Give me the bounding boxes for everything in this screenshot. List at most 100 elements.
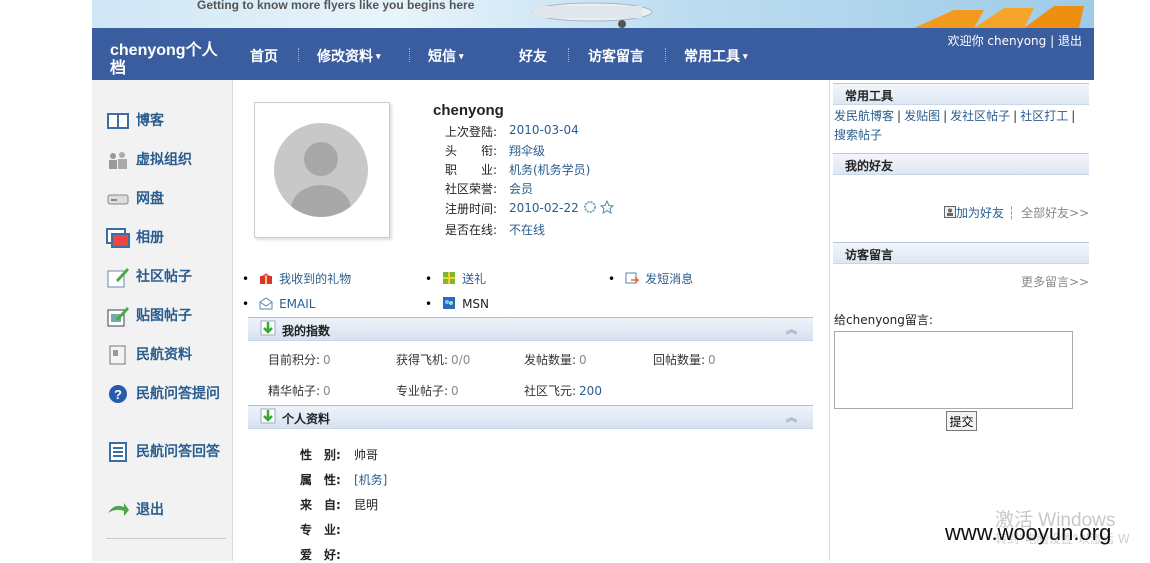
left-sidebar: 博客 虚拟组织 网盘 相册 社区帖子 贴图帖子 民航资料 ? 民航问答提问 民航问…: [92, 80, 233, 561]
sidebar-item-netdisk[interactable]: 网盘: [106, 187, 226, 210]
nav-guestbook[interactable]: 访客留言: [588, 46, 644, 66]
top-banner: Getting to know more flyers like you beg…: [92, 0, 1094, 28]
green-down-arrow-icon: [260, 320, 276, 336]
tool-post-blog[interactable]: 发民航博客: [834, 109, 894, 123]
gift-icon: [259, 271, 273, 285]
stat-posts: 发帖数量: 0: [524, 353, 587, 367]
right-sidebar: 常用工具 发民航博客 | 发贴图 | 发社区帖子 | 社区打工 |搜索帖子 我的好友 加为好友…: [829, 80, 1094, 561]
group-icon: [106, 149, 130, 171]
stat-community-coins: 社区飞元: 200: [524, 384, 602, 398]
sun-badge-icon: [583, 201, 596, 213]
msn-link[interactable]: • MSN: [425, 296, 489, 311]
my-index-header[interactable]: 我的指数 ︽: [248, 317, 813, 341]
more-messages-link[interactable]: 更多留言>>: [1021, 273, 1089, 290]
friends-header: 我的好友: [833, 153, 1089, 175]
msn-icon: [442, 296, 456, 310]
nav-edit-profile[interactable]: 修改资料 ▾: [317, 46, 381, 66]
email-link[interactable]: • EMAIL: [242, 296, 315, 311]
info-honor: 社区荣誉: 会员: [445, 182, 534, 196]
airplane-illustration: [531, 2, 653, 28]
friends-actions: 加为好友 ┆ 全部好友>>: [944, 204, 1089, 221]
tool-post-image[interactable]: 发贴图: [904, 109, 940, 123]
email-icon: [259, 296, 273, 310]
sidebar-item-logout[interactable]: 退出: [106, 498, 226, 521]
add-friend-icon: [944, 206, 956, 218]
info-title: 头 衔: 翔伞级: [445, 144, 546, 158]
welcome-area: 欢迎你 chenyong | 退出: [948, 32, 1082, 49]
tools-header: 常用工具: [833, 83, 1089, 105]
info-register-date: 注册时间: 2010-02-22: [445, 199, 615, 217]
tool-post-community[interactable]: 发社区帖子: [950, 109, 1010, 123]
profile-from: 来 自: 昆明: [300, 498, 379, 512]
top-navigation: chenyong个人档 首页 修改资料 ▾ 短信 ▾ 好友 访客留言 常用工具 ▾ 欢…: [92, 28, 1094, 80]
site-title: chenyong个人档: [110, 42, 218, 77]
drive-icon: [106, 188, 130, 210]
stat-replies: 回帖数量: 0: [653, 353, 716, 367]
exit-arrow-icon: [106, 499, 130, 521]
nav-tools[interactable]: 常用工具 ▾: [684, 46, 748, 66]
sidebar-item-qa-ask[interactable]: ? 民航问答提问: [106, 382, 226, 405]
collapse-icon[interactable]: ︽: [786, 409, 797, 425]
svg-text:?: ?: [114, 387, 122, 402]
dropdown-caret-icon: ▾: [376, 51, 381, 61]
tools-links: 发民航博客 | 发贴图 | 发社区帖子 | 社区打工 |搜索帖子: [834, 109, 1076, 142]
seats-illustration: [914, 6, 1084, 28]
nav-messages[interactable]: 短信 ▾: [428, 46, 464, 66]
send-gift-link[interactable]: • 送礼: [425, 270, 486, 287]
document-icon: [106, 344, 130, 366]
album-icon: [106, 227, 130, 249]
add-friend-link[interactable]: 加为好友: [956, 206, 1004, 220]
pencil-post-icon: [106, 266, 130, 288]
sidebar-item-virtual-org[interactable]: 虚拟组织: [106, 148, 226, 171]
personal-info-header[interactable]: 个人资料 ︽: [248, 405, 813, 429]
submit-button[interactable]: 提交: [946, 411, 977, 431]
message-prompt: 给chenyong留言:: [834, 313, 933, 327]
send-message-link[interactable]: • 发短消息: [608, 270, 693, 287]
avatar: [254, 102, 390, 238]
profile-hobby: 爱 好:: [300, 548, 341, 562]
green-down-arrow-icon: [260, 408, 276, 424]
sidebar-item-aviation-info[interactable]: 民航资料: [106, 343, 226, 366]
nav-home[interactable]: 首页: [250, 46, 278, 66]
info-online-status: 是否在线: 不在线: [445, 223, 546, 237]
site-watermark: www.wooyun.org: [945, 520, 1112, 545]
profile-username: chenyong: [433, 102, 504, 119]
profile-attribute: 属 性: [机务]: [300, 473, 388, 487]
tool-search-posts[interactable]: 搜索帖子: [834, 128, 882, 142]
stat-points: 目前积分: 0: [268, 353, 331, 367]
profile-gender: 性 别: 帅哥: [300, 448, 379, 462]
guestbook-header: 访客留言: [833, 242, 1089, 264]
stat-planes: 获得飞机: 0/0: [396, 353, 471, 367]
tool-community-work[interactable]: 社区打工: [1020, 109, 1068, 123]
star-badge-icon: [600, 199, 615, 215]
logout-link[interactable]: 退出: [1058, 34, 1082, 48]
dropdown-caret-icon: ▾: [459, 51, 464, 61]
stat-professional-posts: 专业帖子: 0: [396, 384, 459, 398]
message-textarea[interactable]: [834, 331, 1073, 409]
sidebar-item-album[interactable]: 相册: [106, 226, 226, 249]
nav-friends[interactable]: 好友: [519, 46, 547, 66]
book-icon: [106, 110, 130, 132]
stat-featured-posts: 精华帖子: 0: [268, 384, 331, 398]
gifts-received-link[interactable]: • 我收到的礼物: [242, 270, 351, 287]
present-icon: [442, 271, 456, 285]
sidebar-item-blog[interactable]: 博客: [106, 109, 226, 132]
all-friends-link[interactable]: 全部好友>>: [1021, 206, 1089, 220]
info-last-login: 上次登陆: 2010-03-04: [445, 123, 579, 139]
profile-major: 专 业:: [300, 523, 341, 537]
info-occupation: 职 业: 机务(机务学员): [445, 163, 591, 177]
sidebar-item-community-posts[interactable]: 社区帖子: [106, 265, 226, 288]
main-content: chenyong 上次登陆: 2010-03-04 头 衔: 翔伞级 职 业: 机务(…: [233, 80, 828, 562]
answer-icon: [106, 441, 130, 463]
sidebar-item-image-posts[interactable]: 贴图帖子: [106, 304, 226, 327]
banner-tagline: Getting to know more flyers like you beg…: [197, 0, 475, 12]
default-avatar-icon: [274, 123, 368, 217]
welcome-divider: |: [1050, 34, 1055, 48]
collapse-icon[interactable]: ︽: [786, 321, 797, 337]
message-icon: [625, 271, 640, 285]
sidebar-item-qa-answer[interactable]: 民航问答回答: [106, 440, 226, 463]
dropdown-caret-icon: ▾: [743, 51, 748, 61]
welcome-user[interactable]: 欢迎你 chenyong: [948, 34, 1047, 48]
question-icon: ?: [106, 383, 130, 405]
image-post-icon: [106, 305, 130, 327]
